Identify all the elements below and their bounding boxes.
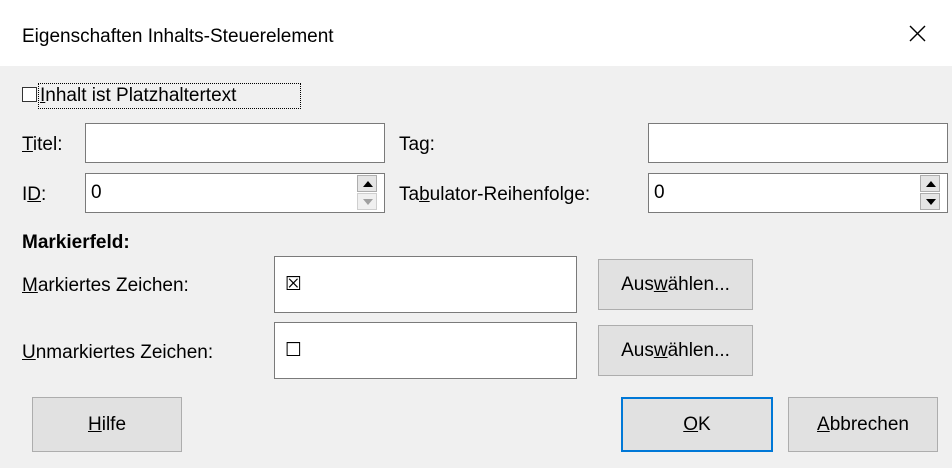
placeholder-checkbox-label[interactable]: Inhalt ist Platzhaltertext	[40, 85, 236, 107]
arrow-down-icon	[926, 199, 936, 205]
dialog-title: Eigenschaften Inhalts-Steuerelement	[22, 26, 334, 47]
arrow-down-icon	[363, 199, 373, 205]
checked-char-value: ☒	[285, 274, 303, 295]
close-icon	[909, 25, 926, 42]
id-label: ID:	[22, 184, 47, 205]
tag-label: Tag:	[399, 134, 435, 155]
ok-button[interactable]: OK	[621, 397, 773, 452]
title-label: Titel:	[22, 134, 63, 155]
id-increment-button[interactable]	[357, 175, 377, 192]
unchecked-char-field[interactable]: ☐	[274, 322, 577, 379]
tab-order-decrement-button[interactable]	[920, 193, 940, 210]
tab-order-spinfield[interactable]: 0	[648, 173, 948, 213]
tab-order-label: Tabulator-Reihenfolge:	[399, 184, 591, 205]
placeholder-checkbox[interactable]	[22, 87, 37, 102]
checkbox-section-heading: Markierfeld:	[22, 232, 130, 253]
content-control-properties-dialog: Eigenschaften Inhalts-Steuerelement Inha…	[0, 0, 952, 468]
id-spin-buttons	[357, 175, 379, 211]
arrow-up-icon	[363, 181, 373, 187]
close-button[interactable]	[882, 0, 952, 66]
tab-order-value: 0	[654, 182, 665, 203]
tab-order-increment-button[interactable]	[920, 175, 940, 192]
unchecked-char-label: Unmarkiertes Zeichen:	[22, 342, 214, 363]
id-decrement-button[interactable]	[357, 193, 377, 210]
id-value: 0	[91, 182, 102, 203]
checked-char-field[interactable]: ☒	[274, 256, 577, 313]
select-unchecked-char-button[interactable]: Auswählen...	[598, 325, 753, 376]
title-bar: Eigenschaften Inhalts-Steuerelement	[0, 0, 952, 66]
select-checked-char-button[interactable]: Auswählen...	[598, 259, 753, 310]
unchecked-char-value: ☐	[285, 340, 303, 361]
tab-order-spin-buttons	[920, 175, 942, 211]
title-input[interactable]	[85, 123, 385, 163]
arrow-up-icon	[926, 181, 936, 187]
id-spinfield[interactable]: 0	[85, 173, 385, 213]
help-button[interactable]: Hilfe	[32, 397, 182, 452]
cancel-button[interactable]: Abbrechen	[788, 397, 938, 452]
checked-char-label: Markiertes Zeichen:	[22, 275, 189, 296]
tag-input[interactable]	[648, 123, 948, 163]
